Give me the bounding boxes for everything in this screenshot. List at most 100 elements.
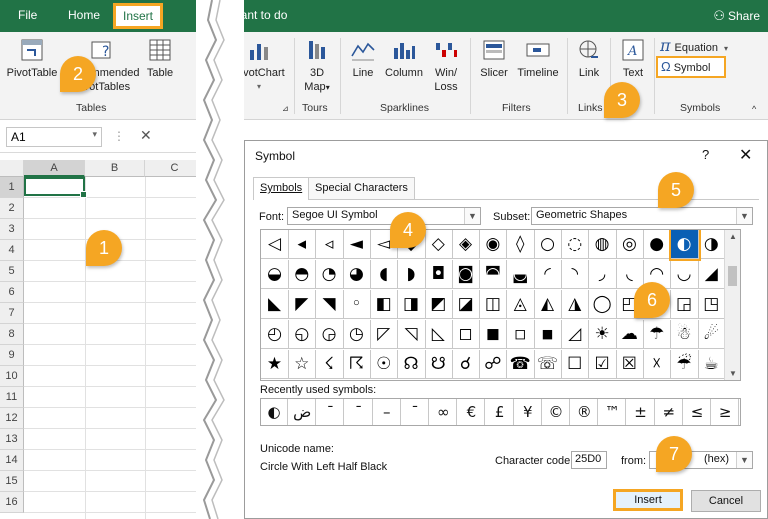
- symbol-cell[interactable]: ◾: [534, 320, 562, 349]
- 3d-map-button[interactable]: 3D Map▾: [300, 38, 334, 95]
- symbol-cell[interactable]: ◦: [342, 290, 371, 319]
- recent-symbol-cell[interactable]: ∞: [430, 399, 458, 425]
- row-header[interactable]: 8: [0, 324, 24, 345]
- recent-symbol-cell[interactable]: ™: [599, 399, 627, 425]
- symbol-cell[interactable]: ☑: [588, 350, 617, 379]
- scroll-down-icon[interactable]: ▼: [729, 369, 737, 378]
- symbol-cell[interactable]: ◸: [370, 320, 399, 349]
- symbol-cell[interactable]: ◝: [561, 260, 590, 289]
- tab-home[interactable]: Home: [68, 8, 100, 22]
- recent-symbol-cell[interactable]: ©: [543, 399, 570, 425]
- recent-symbol-cell[interactable]: ±: [628, 399, 655, 425]
- table-button[interactable]: Table: [140, 38, 180, 80]
- symbol-cell[interactable]: ◪: [452, 290, 481, 319]
- symbol-cell[interactable]: ◘: [424, 260, 453, 289]
- symbol-cell[interactable]: ◹: [397, 320, 426, 349]
- symbol-cell[interactable]: ◍: [588, 230, 617, 259]
- row-header[interactable]: 15: [0, 471, 24, 492]
- symbol-cell[interactable]: ☄: [697, 320, 726, 349]
- symbol-cell[interactable]: ◛: [506, 260, 535, 289]
- collapse-ribbon-icon[interactable]: ^: [752, 104, 756, 114]
- symbol-cell[interactable]: ◿: [561, 320, 590, 349]
- symbol-button[interactable]: Ω Symbol: [656, 56, 726, 78]
- font-dropdown[interactable]: Segoe UI Symbol ▼: [287, 207, 481, 225]
- line-sparkline-button[interactable]: Line: [348, 38, 378, 80]
- symbol-cell[interactable]: ☐: [561, 350, 590, 379]
- recent-symbol-cell[interactable]: ¯: [317, 399, 345, 425]
- symbol-cell[interactable]: ★: [261, 350, 289, 379]
- symbol-cell[interactable]: ◭: [534, 290, 562, 319]
- symbol-cell[interactable]: ◴: [261, 320, 289, 349]
- recent-symbol-cell[interactable]: ¥: [515, 399, 542, 425]
- tab-insert[interactable]: Insert: [113, 3, 163, 29]
- symbol-cell[interactable]: ☈: [342, 350, 371, 379]
- row-header[interactable]: 4: [0, 240, 24, 261]
- column-header-a[interactable]: A: [24, 160, 85, 177]
- row-header[interactable]: 5: [0, 261, 24, 282]
- recent-symbol-cell[interactable]: ¯: [346, 399, 373, 425]
- recent-symbol-cell[interactable]: ®: [571, 399, 599, 425]
- insert-button[interactable]: Insert: [613, 489, 683, 511]
- recent-symbols-row[interactable]: ◐ ض ¯ ¯ – ¯ ∞ € £ ¥ © ® ™ ± ≠ ≤ ≥: [260, 398, 741, 426]
- row-header[interactable]: 6: [0, 282, 24, 303]
- row-header[interactable]: 14: [0, 450, 24, 471]
- row-header[interactable]: 7: [0, 303, 24, 324]
- recent-symbol-cell[interactable]: £: [487, 399, 514, 425]
- character-code-input[interactable]: 25D0: [571, 451, 607, 469]
- symbol-cell[interactable]: ◈: [452, 230, 481, 259]
- help-button[interactable]: ?: [702, 147, 709, 162]
- symbol-cell[interactable]: ◳: [697, 290, 726, 319]
- symbol-cell[interactable]: ☁: [615, 320, 644, 349]
- symbol-cell[interactable]: ◒: [261, 260, 289, 289]
- symbol-cell[interactable]: ◢: [697, 260, 726, 289]
- winloss-sparkline-button[interactable]: Win/ Loss: [430, 38, 462, 94]
- selected-cell-a1[interactable]: [24, 177, 87, 198]
- tab-file[interactable]: File: [18, 8, 37, 22]
- row-header[interactable]: 16: [0, 492, 24, 513]
- symbol-cell[interactable]: ◑: [697, 230, 726, 259]
- tab-symbols[interactable]: Symbols: [253, 177, 310, 200]
- slicer-button[interactable]: Slicer: [476, 38, 512, 80]
- row-header[interactable]: 2: [0, 198, 24, 219]
- symbol-cell[interactable]: ◧: [370, 290, 399, 319]
- symbol-cell[interactable]: ◤: [288, 290, 317, 319]
- tab-special-characters[interactable]: Special Characters: [308, 177, 415, 199]
- recent-symbol-cell[interactable]: ض: [289, 399, 317, 425]
- symbol-cell[interactable]: ○: [534, 230, 562, 259]
- cancel-entry-icon[interactable]: ✕: [140, 127, 152, 144]
- symbol-cell[interactable]: ◺: [424, 320, 453, 349]
- row-header[interactable]: 12: [0, 408, 24, 429]
- symbol-cell[interactable]: ◐: [668, 230, 701, 261]
- recent-symbol-cell[interactable]: ◐: [261, 399, 288, 425]
- row-header[interactable]: 10: [0, 366, 24, 387]
- pivottable-button[interactable]: PivotTable: [4, 38, 60, 80]
- symbol-cell[interactable]: ◮: [561, 290, 590, 319]
- equation-button[interactable]: π Equation ▾: [660, 36, 728, 55]
- symbol-cell[interactable]: ◼: [479, 320, 508, 349]
- symbol-cell[interactable]: ◶: [315, 320, 344, 349]
- symbol-cell[interactable]: ☕: [697, 350, 726, 379]
- symbol-cell[interactable]: ◷: [342, 320, 371, 349]
- symbol-cell[interactable]: ◞: [588, 260, 617, 289]
- row-header[interactable]: 1: [0, 177, 24, 198]
- symbol-cell[interactable]: ☊: [397, 350, 426, 379]
- symbol-cell[interactable]: ☋: [424, 350, 453, 379]
- symbol-cell[interactable]: ◃: [315, 230, 344, 259]
- symbol-cell[interactable]: ◉: [479, 230, 508, 259]
- symbol-grid-scrollbar[interactable]: ▲ ▼: [724, 230, 740, 380]
- symbol-cell[interactable]: ◊: [506, 230, 535, 259]
- symbol-cell[interactable]: ☀: [588, 320, 617, 349]
- row-header[interactable]: 11: [0, 387, 24, 408]
- symbol-cell[interactable]: ☏: [534, 350, 562, 379]
- cancel-button[interactable]: Cancel: [691, 490, 761, 512]
- symbol-cell[interactable]: ☉: [370, 350, 399, 379]
- symbol-cell[interactable]: ◓: [288, 260, 317, 289]
- symbol-cell[interactable]: ◗: [397, 260, 426, 289]
- name-box[interactable]: A1 ▾: [6, 127, 102, 147]
- symbol-cell[interactable]: ◽: [506, 320, 535, 349]
- column-header-b[interactable]: B: [85, 160, 145, 177]
- symbol-cell[interactable]: ☎: [506, 350, 535, 379]
- symbol-cell[interactable]: ◚: [479, 260, 508, 289]
- charts-launcher-icon[interactable]: ⊿: [282, 104, 289, 113]
- symbol-cell[interactable]: ☇: [315, 350, 344, 379]
